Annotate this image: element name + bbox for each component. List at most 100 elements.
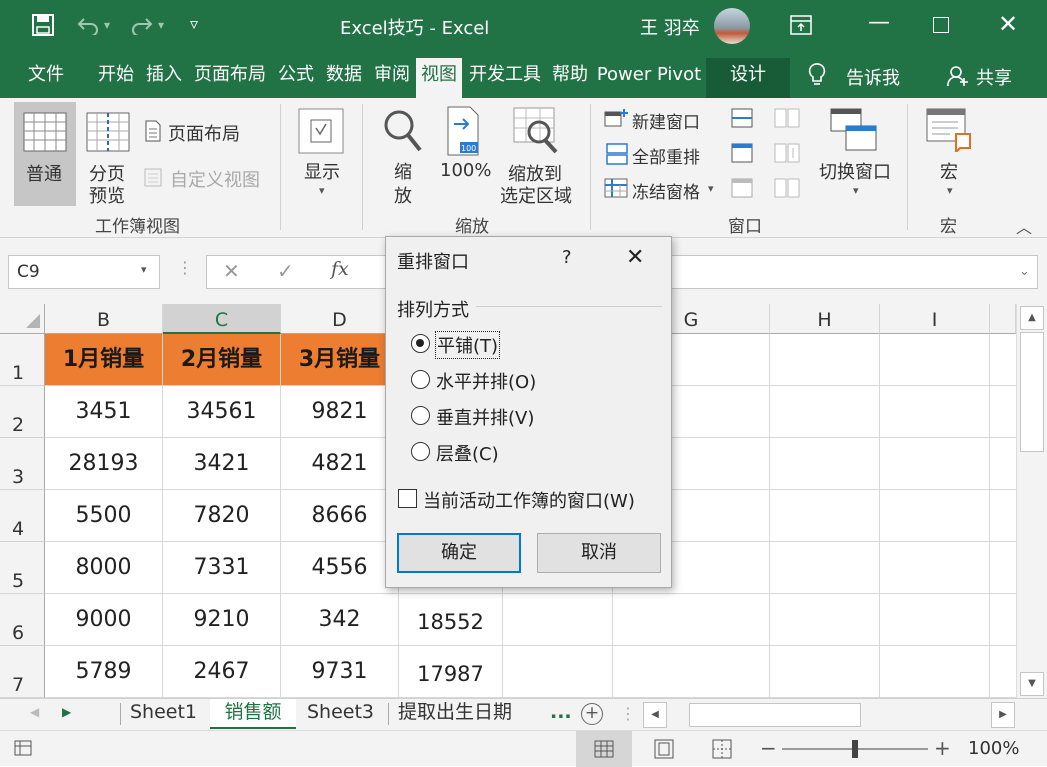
cancel-entry-icon[interactable]: ✕ xyxy=(223,259,240,283)
header-cell-c1[interactable]: 2月销量 xyxy=(163,334,281,386)
sheet-tab-sales[interactable]: 销售额 xyxy=(210,699,296,729)
table-cell[interactable]: 5500 xyxy=(45,490,163,542)
active-workbook-checkbox[interactable] xyxy=(398,489,417,508)
table-cell[interactable]: 5789 xyxy=(45,646,163,698)
option-tiled[interactable]: 平铺(T) xyxy=(408,331,628,359)
maximize-icon[interactable] xyxy=(933,17,949,33)
sheet-tab-sheet1[interactable]: Sheet1 xyxy=(130,699,197,729)
column-header-d[interactable]: D xyxy=(281,304,399,334)
row-header-6[interactable]: 6 xyxy=(0,594,45,646)
table-cell[interactable]: 34561 xyxy=(163,386,281,438)
option-horizontal[interactable]: 水平并排(O) xyxy=(408,367,628,393)
zoom-button[interactable]: 缩 放 xyxy=(376,102,430,207)
tab-help[interactable]: 帮助 xyxy=(548,62,592,92)
split-icon[interactable] xyxy=(731,108,753,128)
row-header-5[interactable]: 5 xyxy=(0,542,45,594)
zoom-slider-thumb[interactable] xyxy=(852,740,858,758)
avatar[interactable] xyxy=(714,8,750,44)
page-layout-view-icon[interactable] xyxy=(654,739,674,759)
ok-button[interactable]: 确定 xyxy=(397,533,521,573)
sheet-tab-extract-birthdate[interactable]: 提取出生日期 xyxy=(398,699,512,729)
row-header-4[interactable]: 4 xyxy=(0,490,45,542)
zoom-to-selection-button[interactable]: 缩放到 选定区域 xyxy=(498,102,578,207)
minimize-icon[interactable]: — xyxy=(868,10,890,35)
active-workbook-checkbox-row[interactable]: 当前活动工作簿的窗口(W) xyxy=(396,487,666,512)
table-cell[interactable]: 7820 xyxy=(163,490,281,542)
tab-file[interactable]: 文件 xyxy=(22,62,70,92)
table-cell[interactable]: 342 xyxy=(281,594,399,646)
radio-tiled[interactable] xyxy=(411,334,430,353)
table-cell[interactable]: 28193 xyxy=(45,438,163,490)
select-all-corner[interactable] xyxy=(0,304,45,334)
zoom-in-icon[interactable]: + xyxy=(934,736,951,760)
table-cell[interactable]: 17987 xyxy=(399,646,503,698)
table-cell[interactable]: 2467 xyxy=(163,646,281,698)
radio-horizontal[interactable] xyxy=(411,370,430,389)
tab-page-layout[interactable]: 页面布局 xyxy=(190,62,270,92)
row-header-2[interactable]: 2 xyxy=(0,386,45,438)
table-cell[interactable]: 8000 xyxy=(45,542,163,594)
row-header-7[interactable]: 7 xyxy=(0,646,45,698)
scroll-up-icon[interactable]: ▲ xyxy=(1020,306,1044,330)
table-cell[interactable]: 9000 xyxy=(45,594,163,646)
redo-dropdown-icon[interactable]: ▾ xyxy=(158,18,164,32)
tab-data[interactable]: 数据 xyxy=(322,62,366,92)
radio-cascade[interactable] xyxy=(411,442,430,461)
tab-review[interactable]: 审阅 xyxy=(370,62,414,92)
help-button[interactable]: ? xyxy=(562,247,572,268)
redo-icon[interactable] xyxy=(130,15,154,35)
more-sheets-button[interactable]: ... xyxy=(550,699,572,729)
cancel-button[interactable]: 取消 xyxy=(537,533,661,573)
page-break-view-icon[interactable] xyxy=(712,739,732,759)
undo-dropdown-icon[interactable]: ▾ xyxy=(104,18,110,32)
tell-me[interactable]: 告诉我 xyxy=(846,64,900,90)
dialog-close-icon[interactable]: ✕ xyxy=(626,245,644,270)
ribbon-display-options-icon[interactable] xyxy=(790,15,812,35)
table-cell[interactable]: 9731 xyxy=(281,646,399,698)
sheet-tab-sheet3[interactable]: Sheet3 xyxy=(307,699,374,729)
scroll-left-icon[interactable]: ◀ xyxy=(643,702,667,728)
tab-power-pivot[interactable]: Power Pivot xyxy=(596,62,702,92)
normal-view-button[interactable]: 普通 xyxy=(14,102,76,206)
column-header-b[interactable]: B xyxy=(45,304,163,334)
table-cell[interactable]: 3451 xyxy=(45,386,163,438)
tab-view[interactable]: 视图 xyxy=(416,58,462,98)
table-cell[interactable]: 8666 xyxy=(281,490,399,542)
table-cell[interactable]: 9210 xyxy=(163,594,281,646)
page-break-preview-button[interactable]: 分页 预览 xyxy=(82,102,134,207)
new-sheet-icon[interactable]: + xyxy=(581,703,603,725)
column-header-h[interactable]: H xyxy=(770,304,880,334)
name-box-dropdown-icon[interactable]: ▾ xyxy=(141,263,147,276)
save-icon[interactable] xyxy=(32,14,54,36)
table-cell[interactable]: 18552 xyxy=(399,594,503,646)
reset-window-position-icon[interactable] xyxy=(774,178,800,198)
option-cascade[interactable]: 层叠(C) xyxy=(408,439,628,465)
column-header-j[interactable] xyxy=(990,304,1016,334)
zoom-level[interactable]: 100% xyxy=(968,738,1019,759)
view-side-by-side-icon[interactable] xyxy=(774,108,800,128)
tab-design[interactable]: 设计 xyxy=(706,58,790,98)
row-header-3[interactable]: 3 xyxy=(0,438,45,490)
column-header-i[interactable]: I xyxy=(880,304,990,334)
page-layout-button[interactable]: 页面布局 xyxy=(168,120,240,146)
confirm-entry-icon[interactable]: ✓ xyxy=(277,259,294,283)
close-icon[interactable]: ✕ xyxy=(998,10,1018,38)
sheet-split-grip-icon[interactable]: ⋮ xyxy=(620,704,636,723)
table-cell[interactable]: 7331 xyxy=(163,542,281,594)
macros-button[interactable]: 宏 ▾ xyxy=(920,102,980,206)
share-person-icon[interactable] xyxy=(946,64,970,88)
scroll-sheets-left-icon[interactable]: ◀ xyxy=(30,705,39,719)
switch-windows-button[interactable]: 切换窗口 ▾ xyxy=(816,102,896,206)
tab-insert[interactable]: 插入 xyxy=(142,62,186,92)
customize-qat-icon[interactable]: ▿ xyxy=(190,14,198,33)
freeze-panes-button[interactable]: 冻结窗格 xyxy=(632,178,700,203)
freeze-panes-dropdown-icon[interactable]: ▾ xyxy=(708,182,714,195)
header-cell-b1[interactable]: 1月销量 xyxy=(45,334,163,386)
undo-icon[interactable] xyxy=(76,15,100,35)
zoom-out-icon[interactable]: − xyxy=(760,736,777,760)
tab-home[interactable]: 开始 xyxy=(94,62,138,92)
table-cell[interactable]: 4556 xyxy=(281,542,399,594)
scroll-sheets-right-icon[interactable]: ▶ xyxy=(62,705,71,719)
unhide-window-icon[interactable] xyxy=(731,178,753,198)
row-header-1[interactable]: 1 xyxy=(0,334,45,386)
